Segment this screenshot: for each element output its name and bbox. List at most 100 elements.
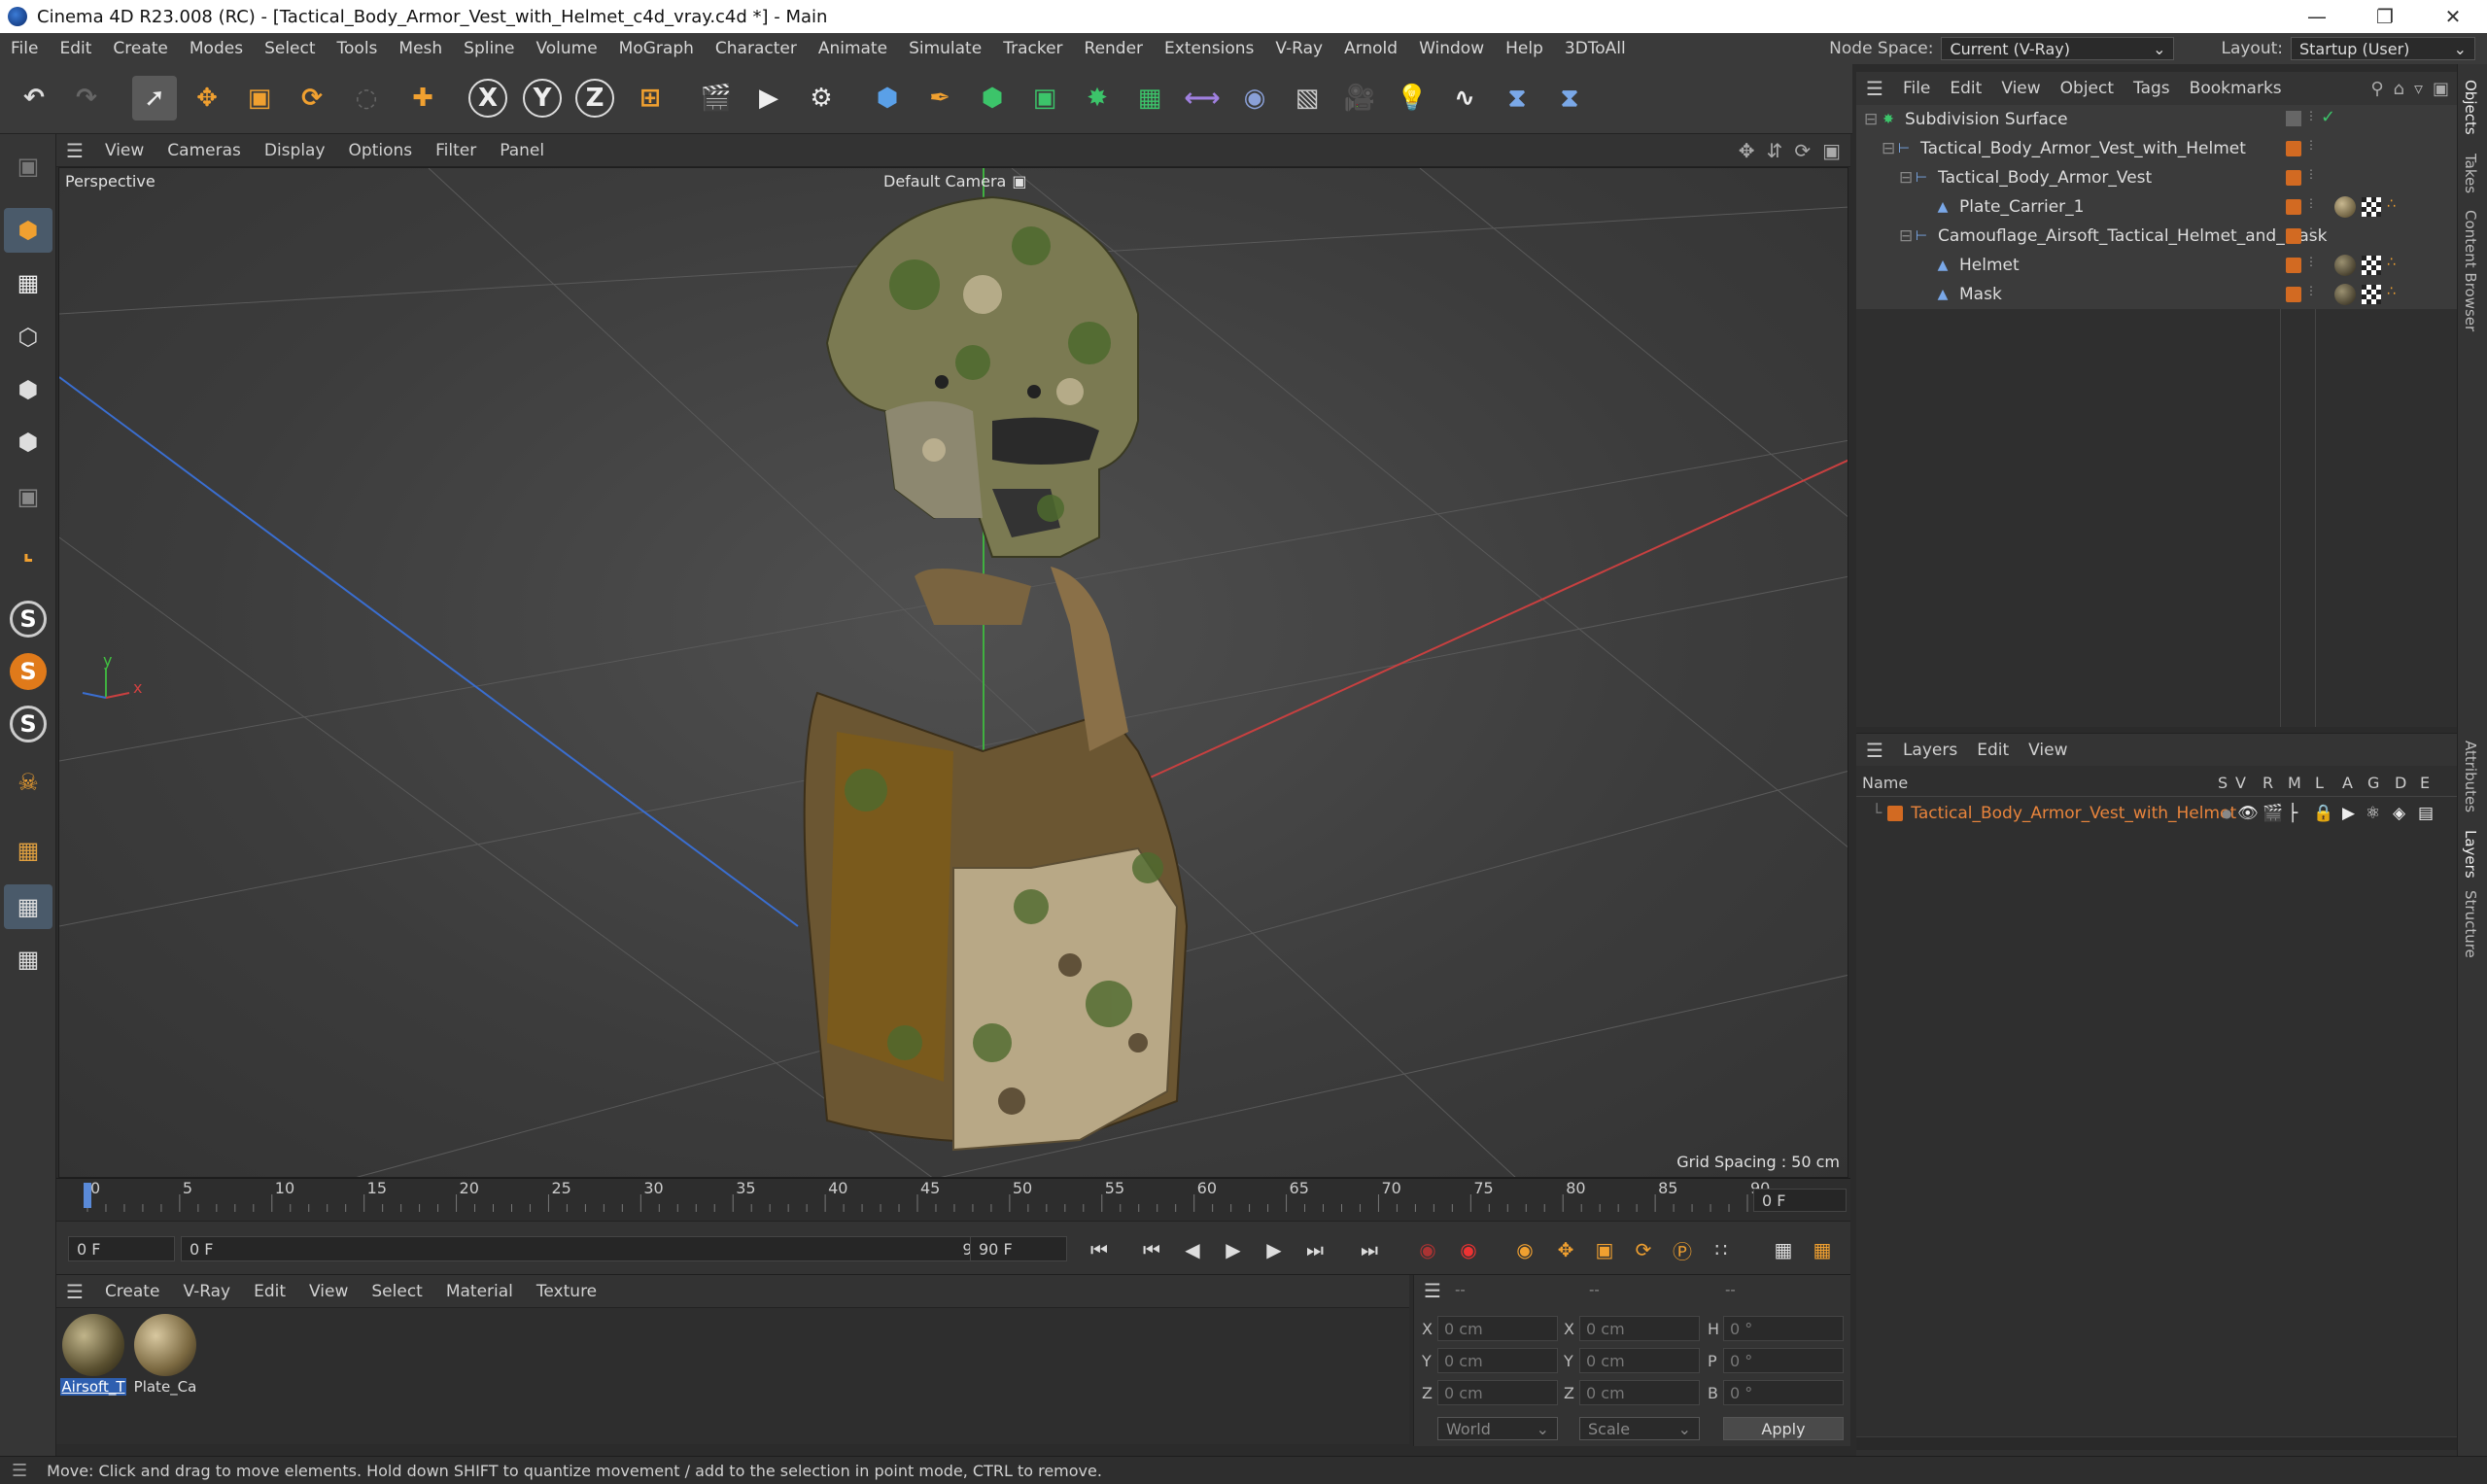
layers-menu-layers[interactable]: Layers bbox=[1893, 741, 1967, 760]
view-eye-icon[interactable]: 👁 bbox=[2237, 804, 2259, 823]
object-row-vest-with-helmet[interactable]: ⊟ ⊢ Tactical_Body_Armor_Vest_with_Helmet… bbox=[1856, 134, 2457, 163]
visibility-dots-icon[interactable]: ⋮ bbox=[2305, 196, 2317, 210]
menu-file[interactable]: File bbox=[0, 39, 49, 58]
solo-icon[interactable]: ● bbox=[2222, 807, 2231, 820]
enabled-check-icon[interactable]: ✓ bbox=[2321, 107, 2335, 127]
material-tag-icon[interactable] bbox=[2334, 284, 2356, 305]
menu-tools[interactable]: Tools bbox=[327, 39, 389, 58]
auto-key-icon[interactable]: ◉ bbox=[1452, 1234, 1485, 1265]
generators-icon[interactable]: ⚛ bbox=[2366, 804, 2380, 823]
tab-takes[interactable]: Takes bbox=[2462, 154, 2479, 193]
rot-b-field[interactable]: 0 ° bbox=[1723, 1380, 1844, 1405]
next-frame-icon[interactable]: ▶ bbox=[1258, 1234, 1291, 1265]
menu-animate[interactable]: Animate bbox=[808, 39, 898, 58]
y-axis-lock-icon[interactable]: Y bbox=[523, 79, 562, 118]
menu-character[interactable]: Character bbox=[705, 39, 808, 58]
viewport-menu-options[interactable]: Options bbox=[337, 141, 425, 160]
layer-row[interactable]: └ Tactical_Body_Armor_Vest_with_Helmet ●… bbox=[1856, 799, 2457, 828]
material-tag-icon[interactable] bbox=[2334, 196, 2356, 218]
menu-mograph[interactable]: MoGraph bbox=[608, 39, 705, 58]
extrude-icon[interactable]: ▣ bbox=[1022, 76, 1067, 121]
timeline-window-icon[interactable]: ▦ bbox=[1806, 1234, 1839, 1265]
default-camera-label[interactable]: Default Camera ▣ bbox=[883, 172, 1026, 190]
recent-tool-icon[interactable]: ◌ bbox=[344, 76, 389, 121]
next-key-icon[interactable]: ⏭ bbox=[1298, 1234, 1331, 1265]
uvw-tag-icon[interactable] bbox=[2362, 285, 2381, 304]
mat-menu-texture[interactable]: Texture bbox=[525, 1282, 608, 1301]
tree-toggle-icon[interactable]: ⊟ bbox=[1882, 139, 1895, 158]
layer-color-icon[interactable] bbox=[2286, 228, 2301, 244]
go-to-end-icon[interactable]: ⏭ bbox=[1353, 1234, 1386, 1265]
end-frame-field[interactable]: 90 F bbox=[970, 1236, 1067, 1261]
menu-vray[interactable]: V-Ray bbox=[1264, 39, 1333, 58]
uvw-tag-icon[interactable] bbox=[2362, 197, 2381, 217]
render-icon[interactable]: 🎬 bbox=[2262, 804, 2283, 823]
pos-y-field[interactable]: 0 cm bbox=[1437, 1348, 1558, 1373]
tree-toggle-icon[interactable]: ⊟ bbox=[1899, 168, 1913, 188]
om-menu-bookmarks[interactable]: Bookmarks bbox=[2180, 79, 2292, 98]
hamburger-icon[interactable]: ☰ bbox=[1424, 1279, 1441, 1302]
render-view-icon[interactable]: 🎬 bbox=[694, 76, 739, 121]
make-editable-icon[interactable]: ▣ bbox=[4, 144, 52, 189]
python-script-icon[interactable]: ⧗ bbox=[1547, 76, 1592, 121]
key-rotation-icon[interactable]: ⟳ bbox=[1627, 1234, 1660, 1265]
material-airsoft[interactable]: Airsoft_T bbox=[60, 1312, 126, 1396]
viewport-menu-panel[interactable]: Panel bbox=[488, 141, 556, 160]
object-row-helmet[interactable]: ▲ Helmet ⋮ ∴ bbox=[1856, 251, 2457, 280]
apply-button[interactable]: Apply bbox=[1723, 1417, 1844, 1440]
lock-icon[interactable]: 🔒 bbox=[2313, 804, 2333, 823]
layout-dropdown[interactable]: Startup (User) ⌄ bbox=[2291, 37, 2475, 60]
viewport-menu-display[interactable]: Display bbox=[253, 141, 337, 160]
menu-arnold[interactable]: Arnold bbox=[1333, 39, 1408, 58]
field-icon[interactable]: ◉ bbox=[1232, 76, 1277, 121]
move-icon[interactable]: ✥ bbox=[185, 76, 229, 121]
dolly-view-icon[interactable]: ⇵ bbox=[1767, 139, 1783, 162]
minimize-button[interactable]: — bbox=[2283, 5, 2351, 28]
layer-color-swatch[interactable] bbox=[1887, 806, 1904, 821]
uvw-tag-icon[interactable] bbox=[2362, 256, 2381, 275]
workplane-align-icon[interactable]: ▦ bbox=[4, 937, 52, 982]
workplane-icon[interactable]: ▦ bbox=[4, 828, 52, 873]
add-tool-icon[interactable]: ✚ bbox=[400, 76, 445, 121]
layer-horizontal-scrollbar[interactable] bbox=[1856, 1436, 2457, 1450]
menu-create[interactable]: Create bbox=[102, 39, 179, 58]
previous-frame-icon[interactable]: ◀ bbox=[1176, 1234, 1209, 1265]
x-axis-lock-icon[interactable]: X bbox=[468, 79, 507, 118]
pan-view-icon[interactable]: ✥ bbox=[1739, 139, 1755, 162]
viewport-menu-view[interactable]: View bbox=[93, 141, 155, 160]
om-menu-view[interactable]: View bbox=[1991, 79, 2050, 98]
selection-tag-icon[interactable]: ∴ bbox=[2387, 196, 2396, 212]
menu-volume[interactable]: Volume bbox=[525, 39, 607, 58]
mat-menu-vray[interactable]: V-Ray bbox=[171, 1282, 242, 1301]
layers-menu-view[interactable]: View bbox=[2019, 741, 2077, 760]
animation-icon[interactable]: ▶ bbox=[2342, 804, 2355, 823]
vray-logo-icon[interactable]: ∿ bbox=[1442, 76, 1487, 121]
coordinate-system-icon[interactable]: ⊞ bbox=[628, 76, 673, 121]
maximize-button[interactable]: ❐ bbox=[2351, 5, 2419, 28]
key-position-icon[interactable]: ✥ bbox=[1549, 1234, 1582, 1265]
selection-tag-icon[interactable]: ∴ bbox=[2387, 255, 2396, 270]
redo-icon[interactable]: ↷ bbox=[64, 76, 109, 121]
layer-color-icon[interactable] bbox=[2286, 287, 2301, 302]
visibility-dots-icon[interactable]: ⋮ bbox=[2305, 109, 2317, 122]
go-to-start-icon[interactable]: ⏮ bbox=[1083, 1234, 1116, 1265]
menu-spline[interactable]: Spline bbox=[453, 39, 525, 58]
viewport-menu-cameras[interactable]: Cameras bbox=[155, 141, 253, 160]
mograph-icon[interactable]: ▦ bbox=[1127, 76, 1172, 121]
visibility-dots-icon[interactable]: ⋮ bbox=[2305, 255, 2317, 268]
menu-3dtoall[interactable]: 3DToAll bbox=[1554, 39, 1637, 58]
close-button[interactable]: ✕ bbox=[2419, 5, 2487, 28]
tab-attributes[interactable]: Attributes bbox=[2462, 741, 2479, 812]
scale-icon[interactable]: ▣ bbox=[237, 76, 282, 121]
deformer-icon[interactable]: ⟷ bbox=[1180, 76, 1225, 121]
visibility-dots-icon[interactable]: ⋮ bbox=[2305, 167, 2317, 181]
hamburger-icon[interactable]: ☰ bbox=[56, 1280, 93, 1303]
orbit-view-icon[interactable]: ⟳ bbox=[1794, 139, 1811, 162]
maximize-view-icon[interactable]: ▣ bbox=[1822, 139, 1841, 162]
menu-mesh[interactable]: Mesh bbox=[388, 39, 453, 58]
previous-key-icon[interactable]: ⏮ bbox=[1135, 1234, 1168, 1265]
menu-edit[interactable]: Edit bbox=[49, 39, 102, 58]
coord-mode-dropdown[interactable]: Scale ⌄ bbox=[1579, 1417, 1700, 1440]
cube-icon[interactable]: ⬢ bbox=[865, 76, 910, 121]
mat-menu-material[interactable]: Material bbox=[434, 1282, 525, 1301]
